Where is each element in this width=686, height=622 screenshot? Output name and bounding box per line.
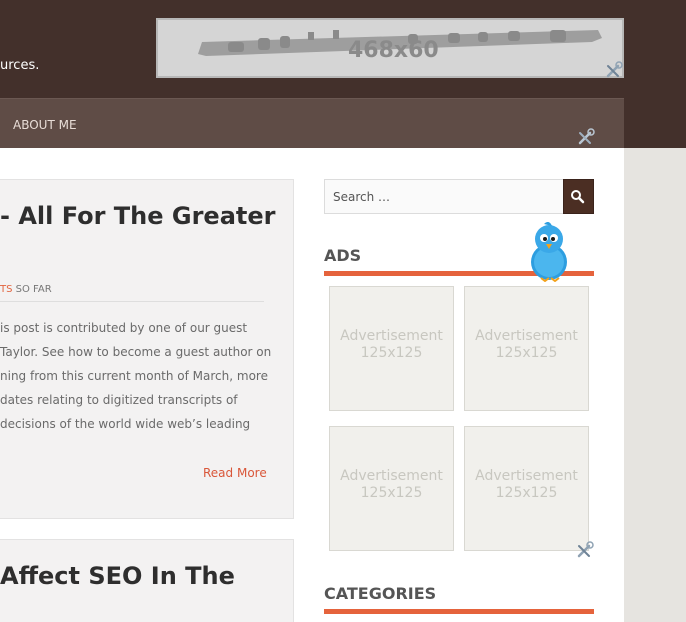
nav-item-about-me[interactable]: ABOUT ME <box>13 118 77 132</box>
banner-ad[interactable]: 468x60 <box>156 18 624 78</box>
tools-icon[interactable] <box>604 60 624 80</box>
search-box <box>324 179 564 214</box>
post-meta-text: SO FAR <box>12 284 52 295</box>
excerpt-line: Taylor. See how to become a guest author… <box>0 345 272 359</box>
search-input[interactable] <box>325 180 564 213</box>
post-card: Affect SEO In The <box>0 539 294 622</box>
meta-divider <box>0 301 264 302</box>
main-nav: ABOUT ME <box>0 98 624 148</box>
read-more-link[interactable]: Read More <box>203 466 267 480</box>
excerpt-line: dates relating to digitized transcripts … <box>0 393 238 407</box>
ad-label: Advertisement <box>475 328 578 344</box>
ad-size: 125x125 <box>360 345 423 361</box>
ad-slot[interactable]: Advertisement 125x125 <box>329 286 454 411</box>
ad-slot[interactable]: Advertisement 125x125 <box>329 426 454 551</box>
post-title[interactable]: Affect SEO In The <box>0 562 235 590</box>
twitter-bird-icon[interactable] <box>530 222 570 282</box>
ad-slot[interactable]: Advertisement 125x125 <box>464 426 589 551</box>
tools-icon[interactable] <box>575 540 595 560</box>
tools-icon[interactable] <box>576 127 596 147</box>
ads-widget-title: ADS <box>324 246 362 265</box>
ad-label: Advertisement <box>475 468 578 484</box>
post-excerpt: is post is contributed by one of our gue… <box>0 316 272 436</box>
site-tagline: urces. <box>0 58 40 73</box>
ad-label: Advertisement <box>340 328 443 344</box>
ad-label: Advertisement <box>340 468 443 484</box>
post-title[interactable]: - All For The Greater <box>0 202 275 230</box>
ad-slot[interactable]: Advertisement 125x125 <box>464 286 589 411</box>
magnifier-icon <box>571 190 585 204</box>
post-meta-highlight[interactable]: TS <box>0 284 12 295</box>
ad-size: 125x125 <box>495 485 558 501</box>
categories-widget-title: CATEGORIES <box>324 584 437 603</box>
site-header: urces. 468x60 ABOUT ME <box>0 0 686 148</box>
post-meta: TS SO FAR <box>0 284 52 295</box>
excerpt-line: is post is contributed by one of our gue… <box>0 321 248 335</box>
excerpt-line: decisions of the world wide web’s leadin… <box>0 417 251 431</box>
banner-size-label: 468x60 <box>348 38 439 63</box>
categories-title-underline <box>324 609 594 614</box>
search-button[interactable] <box>563 179 594 214</box>
post-card: - All For The Greater TS SO FAR is post … <box>0 179 294 519</box>
excerpt-line: ning from this current month of March, m… <box>0 369 268 383</box>
ad-size: 125x125 <box>495 345 558 361</box>
ad-size: 125x125 <box>360 485 423 501</box>
